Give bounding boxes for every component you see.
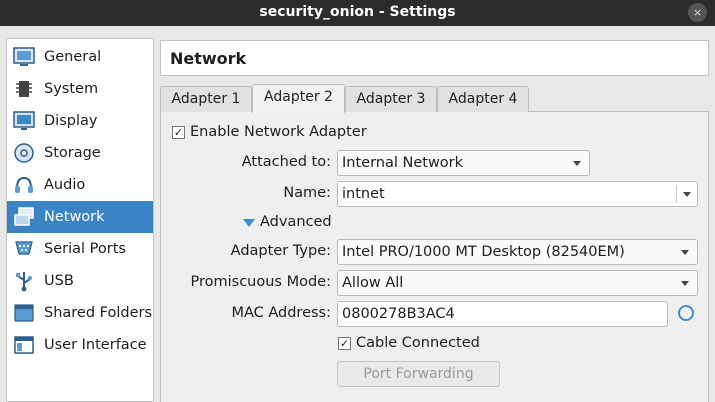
port-forwarding-button[interactable]: Port Forwarding bbox=[337, 361, 500, 387]
sidebar-item-audio[interactable]: Audio bbox=[7, 169, 153, 201]
cable-connected-checkbox[interactable]: ✓ bbox=[338, 337, 351, 350]
name-combobox[interactable]: intnet bbox=[337, 181, 698, 207]
sidebar-item-label: Shared Folders bbox=[44, 305, 153, 321]
adapter-type-label: Adapter Type: bbox=[230, 243, 331, 259]
promiscuous-mode-label: Promiscuous Mode: bbox=[190, 274, 332, 290]
tab-adapter-3[interactable]: Adapter 3 bbox=[345, 86, 437, 112]
sidebar-item-label: Serial Ports bbox=[44, 241, 126, 257]
enable-adapter-label: Enable Network Adapter bbox=[190, 124, 367, 140]
tab-adapter-2[interactable]: Adapter 2 bbox=[252, 84, 345, 113]
sidebar-item-storage[interactable]: Storage bbox=[7, 137, 153, 169]
tab-adapter-4[interactable]: Adapter 4 bbox=[437, 86, 529, 112]
advanced-expand-icon[interactable] bbox=[243, 219, 255, 227]
sidebar-item-usb[interactable]: USB bbox=[7, 265, 153, 297]
page-header: Network bbox=[160, 40, 709, 76]
sidebar-item-label: System bbox=[44, 81, 99, 97]
audio-icon bbox=[12, 173, 36, 197]
settings-sidebar: General System Display Storage Audio Net… bbox=[6, 38, 154, 402]
enable-adapter-checkbox[interactable]: ✓ bbox=[172, 126, 185, 139]
adapter-type-select[interactable]: Intel PRO/1000 MT Desktop (82540EM) bbox=[337, 239, 698, 265]
advanced-toggle[interactable]: Advanced bbox=[260, 214, 332, 230]
network-icon bbox=[12, 205, 36, 229]
cable-connected-label: Cable Connected bbox=[356, 335, 480, 351]
user-interface-icon bbox=[12, 333, 36, 357]
shared-folders-icon bbox=[12, 301, 36, 325]
sidebar-item-shared-folders[interactable]: Shared Folders bbox=[7, 297, 153, 329]
mac-address-field[interactable]: 0800278B3AC4 bbox=[337, 301, 668, 327]
sidebar-item-serial-ports[interactable]: Serial Ports bbox=[7, 233, 153, 265]
combo-divider bbox=[676, 185, 677, 203]
sidebar-item-system[interactable]: System bbox=[7, 73, 153, 105]
chevron-down-icon bbox=[683, 192, 691, 197]
display-icon bbox=[12, 109, 36, 133]
system-icon bbox=[12, 77, 36, 101]
window-title: security_onion - Settings bbox=[259, 4, 456, 20]
promiscuous-mode-value: Allow All bbox=[342, 275, 404, 291]
attached-to-value: Internal Network bbox=[342, 155, 464, 171]
generate-mac-refresh-icon[interactable] bbox=[678, 305, 694, 321]
mac-address-label: MAC Address: bbox=[231, 305, 331, 321]
sidebar-item-label: USB bbox=[44, 273, 74, 289]
sidebar-item-general[interactable]: General bbox=[7, 41, 153, 73]
promiscuous-mode-select[interactable]: Allow All bbox=[337, 270, 698, 296]
attached-to-select[interactable]: Internal Network bbox=[337, 150, 590, 176]
sidebar-item-label: General bbox=[44, 49, 102, 65]
title-bar: security_onion - Settings × bbox=[0, 0, 715, 26]
attached-to-label: Attached to: bbox=[241, 154, 331, 170]
general-icon bbox=[12, 45, 36, 69]
mac-address-value: 0800278B3AC4 bbox=[342, 306, 455, 322]
close-button[interactable]: × bbox=[688, 3, 707, 22]
chevron-down-icon bbox=[573, 161, 581, 166]
sidebar-item-label: Display bbox=[44, 113, 98, 129]
sidebar-item-label: Network bbox=[44, 209, 105, 225]
chevron-down-icon bbox=[681, 250, 689, 255]
storage-icon bbox=[12, 141, 36, 165]
serial-ports-icon bbox=[12, 237, 36, 261]
name-label: Name: bbox=[283, 185, 331, 201]
chevron-down-icon bbox=[681, 281, 689, 286]
sidebar-item-label: Storage bbox=[44, 145, 101, 161]
name-value: intnet bbox=[342, 186, 385, 202]
sidebar-item-display[interactable]: Display bbox=[7, 105, 153, 137]
adapter-type-value: Intel PRO/1000 MT Desktop (82540EM) bbox=[342, 244, 625, 260]
tab-adapter-1[interactable]: Adapter 1 bbox=[160, 86, 252, 112]
sidebar-item-label: Audio bbox=[44, 177, 86, 193]
sidebar-item-label: User Interface bbox=[44, 337, 147, 353]
page-title: Network bbox=[170, 49, 247, 68]
sidebar-item-network[interactable]: Network bbox=[7, 201, 153, 233]
usb-icon bbox=[12, 269, 36, 293]
sidebar-item-user-interface[interactable]: User Interface bbox=[7, 329, 153, 361]
